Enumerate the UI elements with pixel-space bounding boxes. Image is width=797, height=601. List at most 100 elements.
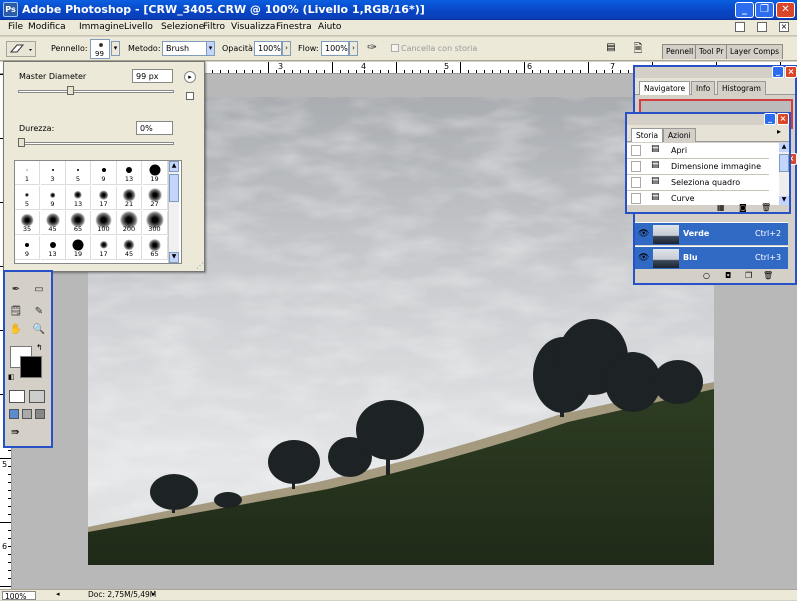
doc-minimize-button[interactable] [735, 22, 745, 32]
brush-preset-cell[interactable]: 3 [40, 161, 66, 185]
brush-preset-cell[interactable]: 300 [142, 210, 168, 235]
hand-tool-icon[interactable]: ✋ [8, 322, 24, 337]
tab-info[interactable]: Info [691, 81, 716, 95]
flow-input[interactable]: 100% [321, 41, 349, 56]
zoom-tool-icon[interactable]: 🔍 [31, 322, 47, 337]
zoom-level-field[interactable]: 100% [2, 591, 36, 601]
brush-preset-cell[interactable]: 5 [15, 186, 40, 210]
history-item-apri[interactable]: ▤ Apri [627, 143, 769, 159]
brush-preset-cell[interactable]: 27 [142, 186, 168, 210]
doc-close-button[interactable]: × [779, 22, 789, 32]
load-channel-selection-icon[interactable]: ○ [703, 271, 710, 280]
tab-azioni[interactable]: Azioni [663, 128, 696, 142]
history-item-curve[interactable]: ▤ Curve [627, 191, 769, 205]
brush-picker-arrow[interactable]: ▾ [111, 41, 120, 56]
screen-mode-full-icon[interactable] [35, 409, 45, 419]
menu-modifica[interactable]: Modifica [28, 22, 66, 32]
master-diameter-input[interactable]: 99 px [132, 69, 173, 83]
scroll-down-button[interactable]: ▼ [169, 252, 179, 263]
visibility-eye-icon[interactable]: 👁 [638, 229, 649, 239]
menu-visualizza[interactable]: Visualizza [231, 22, 275, 32]
opacity-input[interactable]: 100% [254, 41, 282, 56]
mode-select[interactable]: Brush [162, 41, 207, 56]
master-diameter-slider[interactable] [18, 90, 174, 93]
visibility-eye-icon[interactable]: 👁 [638, 253, 649, 263]
menu-livello[interactable]: Livello [124, 22, 153, 32]
navigator-close-button[interactable]: × [785, 66, 797, 78]
scroll-up-button[interactable]: ▲ [169, 161, 179, 172]
brush-preset-cell[interactable]: 9 [40, 186, 66, 210]
flow-slider-arrow[interactable]: › [349, 41, 358, 56]
jump-to-imageready-icon[interactable]: ⇛ [11, 427, 19, 438]
brush-preset-cell[interactable]: 100 [91, 211, 117, 235]
menu-immagine[interactable]: Immagine [79, 22, 124, 32]
history-menu-button[interactable]: ▸ [777, 127, 781, 136]
default-colors-icon[interactable]: ◧ [8, 373, 15, 381]
dock-tab-tool-presets[interactable]: Tool Pr [695, 44, 728, 59]
history-scrollbar[interactable]: ▲ ▼ [779, 143, 789, 205]
minimize-button[interactable]: _ [735, 2, 754, 18]
save-selection-channel-icon[interactable]: ◘ [725, 271, 731, 280]
history-close-button[interactable]: × [777, 113, 789, 125]
brush-preset-cell[interactable]: 200 [117, 210, 142, 235]
brush-preset-cell[interactable]: 21 [117, 186, 142, 210]
new-document-from-state-icon[interactable]: ▦ [717, 203, 725, 212]
menu-aiuto[interactable]: Aiuto [318, 22, 341, 32]
brush-preset-cell[interactable]: 5 [66, 161, 91, 185]
reset-size-icon[interactable] [186, 92, 194, 100]
hardness-slider-thumb[interactable] [18, 138, 25, 147]
pen-tool-icon[interactable]: ✒ [8, 282, 24, 297]
brush-preset-cell[interactable]: 9 [15, 236, 40, 260]
brush-preset-cell[interactable]: 13 [66, 186, 91, 210]
brush-preset-cell[interactable]: 19 [66, 236, 91, 260]
brush-preset-cell[interactable]: 13 [117, 161, 142, 185]
channel-row-verde[interactable]: 👁 Verde Ctrl+2 [635, 222, 788, 245]
status-menu-arrow[interactable]: ▸ [152, 590, 156, 598]
channel-row-blu[interactable]: 👁 Blu Ctrl+3 [635, 246, 788, 269]
scroll-up-button[interactable]: ▲ [779, 143, 789, 152]
hardness-input[interactable]: 0% [136, 121, 173, 135]
close-button[interactable]: ✕ [776, 2, 795, 18]
new-channel-icon[interactable]: ❐ [745, 271, 752, 280]
erase-to-history-checkbox[interactable] [391, 44, 399, 52]
brush-grid-scrollbar[interactable]: ▲ ▼ [168, 161, 179, 263]
palette-menu-icon[interactable]: ▤ [604, 41, 618, 55]
history-item-seleziona[interactable]: ▤ Seleziona quadro [627, 175, 769, 191]
menu-filtro[interactable]: Filtro [203, 22, 225, 32]
brush-preset-cell[interactable]: 17 [91, 236, 117, 260]
quick-mask-mode-icon[interactable] [29, 390, 45, 403]
rectangle-tool-icon[interactable]: ▭ [31, 282, 47, 297]
resize-grip-icon[interactable]: ⋰ [196, 261, 204, 270]
tool-preset-picker[interactable] [6, 41, 36, 57]
title-bar[interactable]: Ps Adobe Photoshop - [CRW_3405.CRW @ 100… [0, 0, 797, 20]
brush-preset-picker[interactable]: 99 [90, 39, 110, 59]
tab-navigatore[interactable]: Navigatore [639, 81, 691, 95]
brush-preset-cell[interactable]: 1 [15, 161, 40, 185]
menu-file[interactable]: File [8, 22, 23, 32]
history-minimize-button[interactable]: _ [764, 113, 776, 125]
brush-preset-cell[interactable]: 45 [40, 211, 66, 235]
history-brush-source-box[interactable] [631, 145, 641, 156]
new-snapshot-icon[interactable]: ◙ [739, 203, 747, 212]
restore-button[interactable]: ❐ [755, 2, 774, 18]
scroll-thumb[interactable] [779, 154, 789, 172]
screen-mode-full-menu-icon[interactable] [22, 409, 32, 419]
delete-state-icon[interactable]: 🗑 [761, 203, 771, 212]
history-item-dimensione[interactable]: ▤ Dimensione immagine [627, 159, 769, 175]
mode-dropdown-arrow[interactable]: ▾ [206, 41, 215, 56]
menu-finestra[interactable]: Finestra [276, 22, 312, 32]
brush-preset-cell[interactable]: 65 [142, 236, 168, 260]
tab-storia[interactable]: Storia [631, 128, 664, 142]
file-browser-icon[interactable]: 🗎 [630, 40, 646, 56]
brush-preset-cell[interactable]: 35 [15, 211, 40, 235]
foreground-color-swatch[interactable] [20, 356, 42, 378]
tab-histogram[interactable]: Histogram [717, 81, 766, 95]
brush-preset-cell[interactable]: 9 [91, 161, 117, 185]
brush-preset-cell[interactable]: 45 [117, 236, 142, 260]
doc-restore-button[interactable] [757, 22, 767, 32]
master-diameter-slider-thumb[interactable] [67, 86, 75, 95]
brush-preset-cell[interactable]: 17 [91, 186, 117, 210]
airbrush-icon[interactable]: ✑ [367, 40, 377, 54]
status-nav-left[interactable]: ◂ [56, 590, 60, 598]
dock-tab-layer-comps[interactable]: Layer Comps [726, 44, 784, 59]
